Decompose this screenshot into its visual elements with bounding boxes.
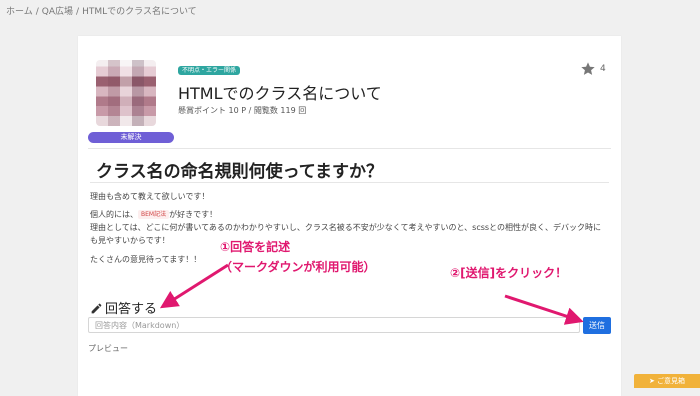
body-paragraph-3a: 理由としては、どこに何が書いてあるのかわかりやすいし、クラス名被る不安が少なくて… [90,223,601,232]
preview-label: プレビュー [88,344,128,353]
body-paragraph-2: 個人的には、 BEM記法 が好きです！ [90,210,218,219]
breadcrumb-home[interactable]: ホーム [6,7,33,17]
annotation-step2: ②[送信]をクリック！ [450,266,568,280]
feedback-button[interactable]: ➤ ご意見箱 [634,374,700,388]
question-meta: 懸賞ポイント 10 P / 閲覧数 119 回 [178,106,307,115]
annotation-step1: ①回答を記述 [220,240,291,254]
avatar[interactable] [96,60,156,126]
star-count: 4 [600,64,606,74]
answer-input[interactable]: 回答内容（Markdown） [88,317,580,333]
breadcrumb-current: HTMLでのクラス名について [82,7,197,17]
breadcrumb: ホーム / QA広場 / HTMLでのクラス名について [6,7,197,17]
body-heading: クラス名の命名規則何使ってますか？ [96,162,383,182]
question-title: HTMLでのクラス名について [178,84,382,103]
send-icon: ➤ [648,377,655,385]
category-tag[interactable]: 不明点・エラー関係 [178,66,241,75]
status-badge: 未解決 [88,132,174,143]
question-card: 未解決 不明点・エラー関係 HTMLでのクラス名について 懸賞ポイント 10 P… [78,36,621,396]
body-paragraph-1: 理由も含めて教えて欲しいです！ [90,192,210,201]
body-paragraph-3b: も見やすいからです！ [90,236,170,245]
star-icon[interactable] [580,61,596,77]
breadcrumb-qa[interactable]: QA広場 [42,7,73,17]
body-paragraph-4: たくさんの意見待ってます！！ [90,255,202,264]
inline-code: BEM記法 [138,210,170,219]
send-button[interactable]: 送信 [583,317,611,334]
answer-heading: 回答する [90,298,157,317]
divider [88,148,611,149]
annotation-step1-note: （マークダウンが利用可能） [220,260,376,274]
heading-underline [90,182,609,183]
pencil-icon [91,303,102,314]
